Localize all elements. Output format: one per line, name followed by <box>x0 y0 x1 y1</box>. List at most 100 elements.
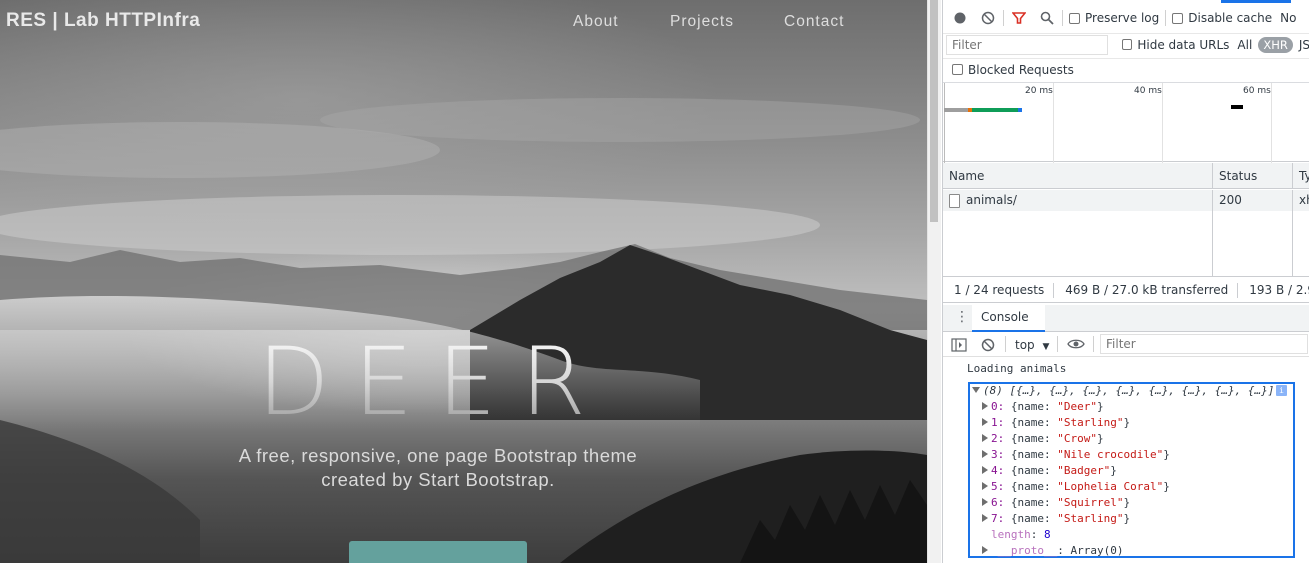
item-suffix: } <box>1163 448 1170 461</box>
disable-cache-checkbox[interactable] <box>1172 12 1184 24</box>
throttling-select[interactable]: No <box>1280 11 1296 25</box>
item-prefix: {name: <box>1010 464 1058 477</box>
item-index: 4: <box>991 464 1005 477</box>
column-header-status[interactable]: Status <box>1213 163 1293 189</box>
console-filter-input[interactable]: Filter <box>1100 334 1308 354</box>
item-suffix: } <box>1096 432 1104 445</box>
clear-icon[interactable] <box>979 9 997 27</box>
item-index: 1: <box>991 416 1005 429</box>
item-index: 2: <box>991 432 1005 445</box>
filter-icon[interactable] <box>1010 9 1028 27</box>
filter-input[interactable]: Filter <box>946 34 1108 55</box>
sidebar-toggle-icon[interactable] <box>951 338 967 355</box>
array-item[interactable]: 5: {name: "Lophelia Coral"} <box>982 480 1170 493</box>
network-overview-timeline[interactable]: 20 ms 40 ms 60 ms <box>943 82 1309 163</box>
more-vert-icon[interactable]: ⋮ <box>955 310 969 324</box>
proto-key: __proto__ <box>997 544 1058 557</box>
document-icon <box>949 193 960 208</box>
type-filter-xhr[interactable]: XHR <box>1258 36 1293 53</box>
array-item[interactable]: 3: {name: "Nile crocodile"} <box>982 448 1170 461</box>
request-type: xh <box>1293 190 1309 211</box>
item-suffix: } <box>1123 512 1131 525</box>
item-suffix: } <box>1163 480 1170 493</box>
summary-requests: 1 / 24 requests <box>943 282 1055 298</box>
timeline-bar-end <box>1018 108 1022 112</box>
table-row[interactable]: animals/ 200 xh <box>943 190 1309 211</box>
item-value: "Deer" <box>1057 400 1097 413</box>
tab-console[interactable]: Console <box>972 305 1045 332</box>
tab-console-label: Console <box>981 310 1029 324</box>
column-header-type[interactable]: Ty <box>1293 163 1309 189</box>
item-value: "Starling" <box>1057 512 1124 525</box>
hero-subtitle-line: created by Start Bootstrap. <box>321 469 555 490</box>
item-value: "Squirrel" <box>1057 496 1124 509</box>
clear-console-icon[interactable] <box>981 338 995 355</box>
expand-arrow-icon <box>982 434 988 442</box>
summary-resources: 193 B / 2.9 MB re <box>1249 282 1309 297</box>
expand-arrow-icon <box>982 466 988 474</box>
context-selector[interactable]: top ▼ <box>1015 338 1049 352</box>
item-prefix: {name: <box>1010 448 1058 461</box>
item-prefix: {name: <box>1010 480 1058 493</box>
length-value: 8 <box>1044 528 1051 541</box>
array-length-row: length: 8 <box>991 528 1051 541</box>
expand-arrow-icon <box>982 418 988 426</box>
requests-table: Name Status Ty animals/ 200 xh <box>943 163 1309 277</box>
nav-link-projects[interactable]: Projects <box>670 13 734 31</box>
eye-icon[interactable] <box>1067 337 1085 354</box>
timeline-marker <box>1231 105 1243 109</box>
hero-subtitle-line: A free, responsive, one page Bootstrap t… <box>238 445 638 466</box>
preserve-log-checkbox[interactable] <box>1069 12 1080 24</box>
item-index: 7: <box>991 512 1005 525</box>
request-status: 200 <box>1213 190 1293 211</box>
array-item[interactable]: 1: {name: "Starling"} <box>982 416 1130 429</box>
navbar-brand[interactable]: RES | Lab HTTPInfra <box>6 10 200 32</box>
item-suffix: } <box>1096 400 1104 413</box>
array-item[interactable]: 0: {name: "Deer"} <box>982 400 1104 413</box>
blocked-requests-label: Blocked Requests <box>968 62 1074 77</box>
array-item[interactable]: 4: {name: "Badger"} <box>982 464 1117 477</box>
proto-value: : Array(0) <box>1057 544 1124 557</box>
nav-link-about[interactable]: About <box>573 13 619 31</box>
expand-arrow-icon <box>982 482 988 490</box>
hero-subtitle: A free, responsive, one page Bootstrap t… <box>188 444 688 492</box>
website-viewport: RES | Lab HTTPInfra About Projects Conta… <box>0 0 927 563</box>
nav-link-contact[interactable]: Contact <box>784 13 844 31</box>
blocked-requests-checkbox[interactable] <box>952 64 963 75</box>
array-item[interactable]: 2: {name: "Crow"} <box>982 432 1104 445</box>
hide-data-urls-checkbox[interactable] <box>1121 39 1133 50</box>
console-toolbar: top ▼ Filter <box>943 333 1309 357</box>
network-summary-bar: 1 / 24 requests 469 B / 27.0 kB transfer… <box>943 278 1309 303</box>
expand-arrow-icon <box>982 546 988 554</box>
search-icon[interactable] <box>1038 9 1056 27</box>
array-item[interactable]: 7: {name: "Starling"} <box>982 512 1130 525</box>
type-filter-all[interactable]: All <box>1237 38 1252 52</box>
request-name: animals/ <box>966 193 1017 207</box>
item-index: 5: <box>991 480 1005 493</box>
item-index: 6: <box>991 496 1005 509</box>
get-started-button[interactable] <box>349 541 527 563</box>
console-output: Loading animals (8) [{…}, {…}, {…}, {…},… <box>943 358 1309 563</box>
filter-toolbar: Filter Hide data URLs All XHR JS <box>943 33 1309 55</box>
info-icon[interactable]: i <box>1276 385 1287 396</box>
item-prefix: {name: <box>1010 416 1058 429</box>
expand-arrow-icon <box>972 387 980 393</box>
array-proto-row[interactable]: __proto__: Array(0) <box>982 544 1123 557</box>
disable-cache-label: Disable cache <box>1188 11 1273 25</box>
array-summary-row[interactable]: (8) [{…}, {…}, {…}, {…}, {…}, {…}, {…}, … <box>972 384 1274 397</box>
item-prefix: {name: <box>1010 512 1058 525</box>
item-suffix: } <box>1123 496 1131 509</box>
item-suffix: } <box>1123 416 1131 429</box>
record-icon[interactable] <box>951 9 969 27</box>
type-filter-js[interactable]: JS <box>1299 38 1309 52</box>
timeline-tick: 40 ms <box>1134 86 1162 96</box>
page-scrollbar-thumb[interactable] <box>930 0 938 222</box>
item-prefix: {name: <box>1010 432 1058 445</box>
item-index: 0: <box>991 400 1005 413</box>
expand-arrow-icon <box>982 514 988 522</box>
chevron-down-icon: ▼ <box>1042 342 1050 352</box>
timeline-bar-download <box>972 108 1018 112</box>
array-item[interactable]: 6: {name: "Squirrel"} <box>982 496 1130 509</box>
column-header-name[interactable]: Name <box>943 163 1213 189</box>
item-value: "Crow" <box>1057 432 1097 445</box>
